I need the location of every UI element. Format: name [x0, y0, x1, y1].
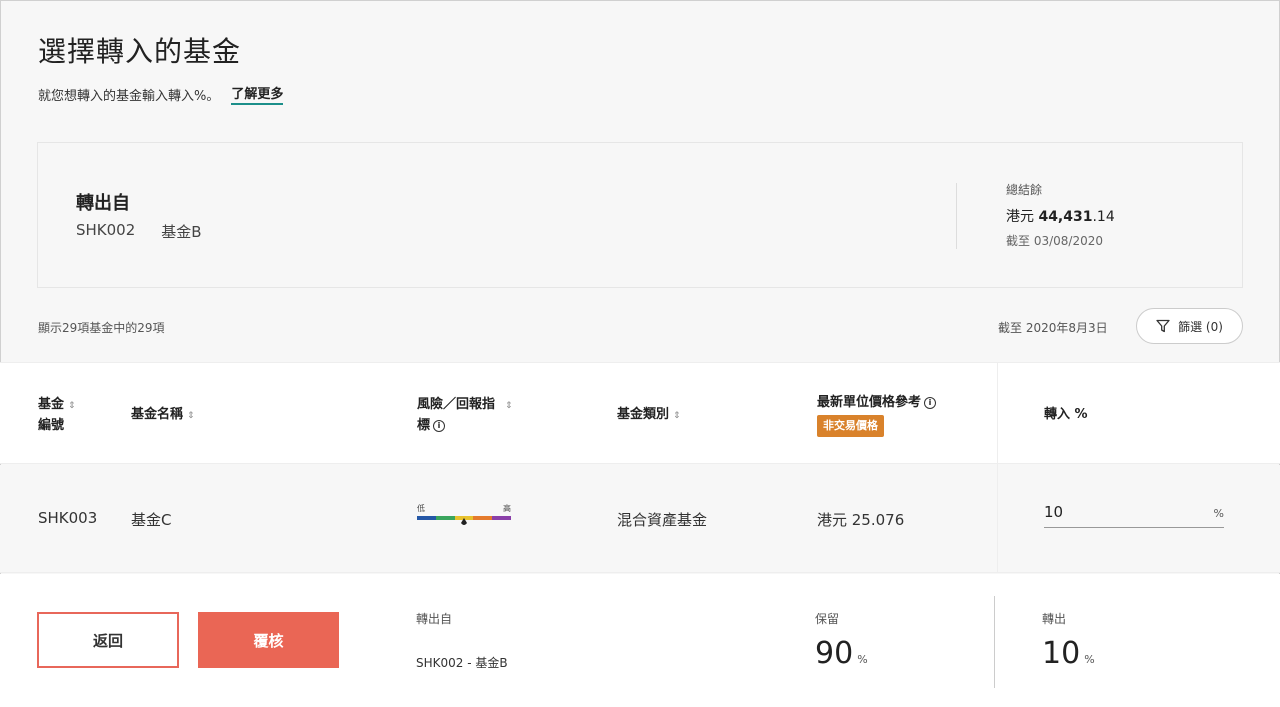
footer-retain-label: 保留: [815, 612, 840, 626]
row-fund-price: 港元 25.076: [817, 511, 905, 529]
header-category[interactable]: 基金類別 ⇕: [617, 405, 681, 426]
risk-low-label: 低: [417, 504, 425, 513]
row-fund-code: SHK003: [38, 509, 98, 527]
header-code-line1: 基金: [38, 397, 65, 412]
footer-out-label: 轉出: [1042, 612, 1067, 626]
risk-pointer-icon: [461, 518, 467, 525]
info-icon[interactable]: i: [433, 419, 446, 432]
risk-segment: [473, 516, 493, 520]
table-row: SHK003 基金C 低 高 混合資產基金 港元 25.076 %: [0, 465, 1280, 573]
header-fund-name[interactable]: 基金名稱 ⇕: [131, 405, 195, 426]
risk-labels: 低 高: [417, 503, 511, 514]
sort-icon: ⇕: [673, 411, 681, 421]
header-code-line2: 編號: [38, 418, 65, 433]
column-divider: [997, 362, 998, 572]
footer-from-value: SHK002 - 基金B: [416, 656, 508, 670]
sort-icon: ⇕: [68, 401, 76, 411]
retain-percent: 90: [815, 636, 854, 671]
subtitle-text: 就您想轉入的基金輸入轉入%。: [38, 88, 220, 104]
transfer-in-input[interactable]: [1044, 503, 1184, 521]
header-risk-line2: 標: [417, 418, 431, 433]
balance-value: 港元 44,431.14: [1006, 206, 1115, 226]
header-category-label: 基金類別: [617, 407, 670, 422]
row-fund-name: 基金C: [131, 511, 172, 529]
footer-retain-value: 90%: [815, 636, 868, 671]
as-of-date: 截至 2020年8月3日: [998, 321, 1108, 335]
risk-high-label: 高: [503, 504, 511, 513]
header-price-label: 最新單位價格參考: [817, 395, 922, 410]
retain-unit: %: [857, 653, 868, 666]
page-subtitle: 就您想轉入的基金輸入轉入%。 了解更多: [38, 83, 284, 105]
balance-date: 截至 03/08/2020: [1006, 234, 1103, 248]
filter-label: 篩選 (0): [1178, 319, 1223, 334]
page-title: 選擇轉入的基金: [38, 35, 242, 68]
sort-icon: ⇕: [505, 401, 513, 411]
transfer-in-field: %: [1044, 503, 1224, 528]
header-risk[interactable]: 風險／回報指 ⇕ 標i: [417, 395, 513, 436]
from-fund-name: 基金B: [161, 223, 202, 241]
risk-segment: [435, 516, 455, 520]
risk-segment: [492, 516, 511, 520]
summary-footer: 返回 覆核 轉出自 SHK002 - 基金B 保留 90% 轉出 10%: [0, 574, 1280, 707]
total-balance: 總結餘 港元 44,431.14 截至 03/08/2020: [1006, 181, 1115, 249]
non-trading-price-badge: 非交易價格: [817, 415, 884, 437]
footer-from-label: 轉出自: [416, 612, 453, 626]
fund-table-header: 基金 ⇕ 編號 基金名稱 ⇕ 風險／回報指 ⇕ 標i 基金類別 ⇕ 最新單位價格參考 i …: [0, 362, 1280, 464]
row-fund-category: 混合資產基金: [617, 511, 708, 529]
info-icon[interactable]: i: [924, 396, 937, 409]
sort-icon: ⇕: [187, 411, 195, 421]
header-price: 最新單位價格參考 i 非交易價格: [817, 393, 937, 437]
card-divider: [956, 183, 957, 249]
from-fund-code: SHK002: [76, 221, 136, 239]
transfer-from-card: 轉出自 SHK002 基金B 總結餘 港元 44,431.14 截至 03/08…: [37, 142, 1243, 288]
result-count: 顯示29項基金中的29項: [38, 321, 165, 335]
filter-icon: [1156, 319, 1170, 333]
review-button[interactable]: 覆核: [198, 612, 339, 668]
risk-segment: [417, 516, 436, 520]
balance-decimal: .14: [1092, 209, 1115, 225]
risk-meter: 低 高: [417, 503, 511, 525]
header-name-label: 基金名稱: [131, 407, 184, 422]
header-fund-code[interactable]: 基金 ⇕ 編號: [38, 395, 76, 436]
out-percent: 10: [1042, 636, 1081, 671]
learn-more-link[interactable]: 了解更多: [231, 83, 284, 105]
balance-currency: 港元: [1006, 209, 1034, 225]
filter-button[interactable]: 篩選 (0): [1136, 308, 1243, 344]
percent-symbol: %: [1213, 507, 1224, 520]
transfer-from-label: 轉出自: [76, 193, 130, 214]
header-transfer-in: 轉入 %: [1044, 407, 1088, 422]
footer-out-value: 10%: [1042, 636, 1095, 671]
back-button[interactable]: 返回: [37, 612, 179, 668]
balance-main: 44,431: [1038, 209, 1093, 225]
transfer-from-fund: SHK002 基金B: [76, 221, 202, 242]
footer-divider: [994, 596, 995, 688]
header-risk-line1: 風險／回報指: [417, 397, 496, 412]
out-unit: %: [1084, 653, 1095, 666]
balance-label: 總結餘: [1006, 183, 1043, 197]
